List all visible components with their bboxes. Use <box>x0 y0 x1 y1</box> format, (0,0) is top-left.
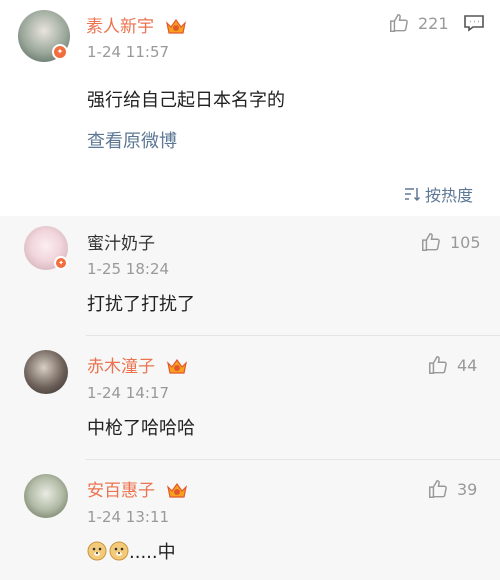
author-name-row[interactable]: 安百惠子 <box>87 476 188 501</box>
main-comment: ✦ 素人新宇 1-24 11:57 221 强行给自己起日本名字的 查看原微博 … <box>0 0 500 216</box>
crown-vip-icon <box>167 482 188 498</box>
reply-item: ✦ 蜜汁奶子 1-25 18:24 105 打扰了打扰了 <box>0 216 500 336</box>
reply-item: 赤木潼子 1-24 14:17 44 中枪了哈哈哈 <box>0 336 500 460</box>
reply-author[interactable]: 蜜汁奶子 <box>87 229 155 254</box>
reply-text-row: .....中 <box>87 538 176 564</box>
reply-author[interactable]: 安百惠子 <box>87 481 155 501</box>
comment-text: 强行给自己起日本名字的 <box>87 90 285 111</box>
reply-text: 打扰了打扰了 <box>87 294 195 315</box>
avatar[interactable] <box>24 474 68 518</box>
like-button[interactable]: 39 <box>427 478 477 500</box>
author-name[interactable]: 素人新宇 <box>86 17 154 37</box>
doge-emoji-icon <box>87 541 107 561</box>
reply-time: 1-24 14:17 <box>87 384 170 402</box>
like-button[interactable]: 105 <box>420 231 481 253</box>
thumbs-up-icon <box>429 356 447 374</box>
like-count: 39 <box>457 479 478 499</box>
crown-vip-icon <box>166 18 187 34</box>
like-count: 221 <box>418 13 449 33</box>
thumbs-up-icon <box>422 233 440 251</box>
crown-vip-icon <box>167 358 188 374</box>
verified-badge-icon: ✦ <box>54 256 68 270</box>
like-count: 105 <box>450 232 481 252</box>
doge-emoji-icon <box>109 541 129 561</box>
like-count: 44 <box>457 355 478 375</box>
replies-list: ✦ 蜜汁奶子 1-25 18:24 105 打扰了打扰了 赤木潼子 1-24 1… <box>0 216 500 580</box>
sort-icon <box>405 188 421 202</box>
sort-by-hot-button[interactable]: 按热度 <box>404 182 473 206</box>
reply-author[interactable]: 赤木潼子 <box>87 357 155 377</box>
view-original-link[interactable]: 查看原微博 <box>87 127 177 153</box>
author-name-row[interactable]: 素人新宇 <box>86 12 187 37</box>
thumbs-up-icon <box>429 480 447 498</box>
sort-label: 按热度 <box>425 186 474 205</box>
reply-text: 中枪了哈哈哈 <box>87 418 195 439</box>
reply-time: 1-25 18:24 <box>87 260 170 278</box>
comment-time: 1-24 11:57 <box>87 43 170 61</box>
like-button[interactable]: 221 <box>388 12 449 34</box>
reply-item: 安百惠子 1-24 13:11 39 .....中 <box>0 460 500 580</box>
thumbs-up-icon <box>390 14 408 32</box>
reply-time: 1-24 13:11 <box>87 508 170 526</box>
verified-badge-icon: ✦ <box>52 44 68 60</box>
reply-text: .....中 <box>129 542 176 563</box>
author-name-row[interactable]: 赤木潼子 <box>87 352 188 377</box>
avatar[interactable] <box>24 350 68 394</box>
comment-icon[interactable] <box>463 14 485 32</box>
like-button[interactable]: 44 <box>427 354 477 376</box>
